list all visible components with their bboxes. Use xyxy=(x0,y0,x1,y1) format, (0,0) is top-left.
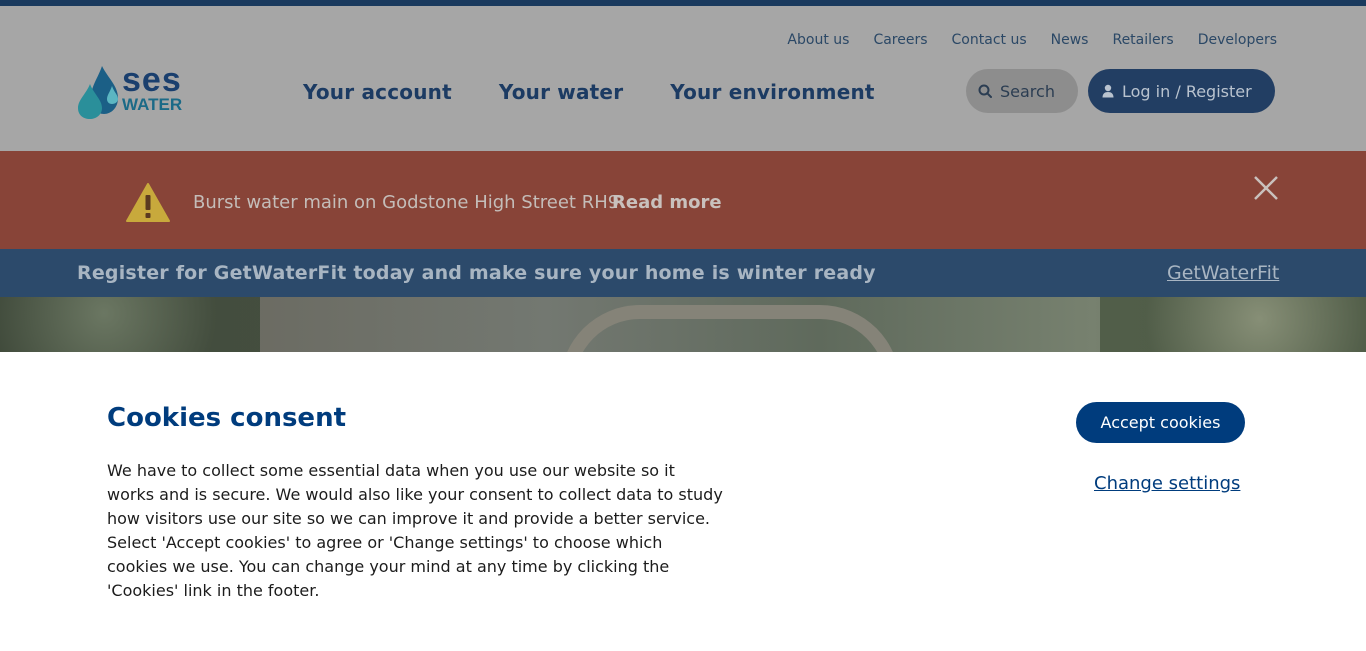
main-nav: Your account Your water Your environment xyxy=(303,80,875,104)
nav-your-water[interactable]: Your water xyxy=(499,80,623,104)
utility-link-careers[interactable]: Careers xyxy=(873,32,927,48)
cookie-consent-text: We have to collect some essential data w… xyxy=(107,461,723,600)
nav-your-environment[interactable]: Your environment xyxy=(670,80,874,104)
utility-link-developers[interactable]: Developers xyxy=(1198,32,1277,48)
warning-icon xyxy=(126,183,170,222)
ses-water-logo[interactable]: ses WATER xyxy=(76,61,196,124)
login-register-button[interactable]: Log in / Register xyxy=(1088,69,1275,113)
utility-link-about-us[interactable]: About us xyxy=(787,32,849,48)
hero-trees-right xyxy=(1100,297,1366,352)
logo-ses-text: ses xyxy=(122,61,182,99)
site-header: ses WATER About us Careers Contact us Ne… xyxy=(0,6,1366,151)
logo-water-text: WATER xyxy=(122,95,183,114)
hero-image xyxy=(0,297,1366,352)
utility-link-contact-us[interactable]: Contact us xyxy=(952,32,1027,48)
nav-your-account[interactable]: Your account xyxy=(303,80,452,104)
promo-message: Register for GetWaterFit today and make … xyxy=(77,262,876,284)
utility-nav: About us Careers Contact us News Retaile… xyxy=(787,32,1277,48)
hero-bridge-arch xyxy=(560,305,900,352)
alert-read-more-link[interactable]: Read more xyxy=(612,192,722,213)
search-button[interactable]: Search xyxy=(966,69,1078,113)
close-icon[interactable] xyxy=(1252,174,1280,202)
search-icon xyxy=(978,84,992,98)
promo-getwaterfit-link[interactable]: GetWaterFit xyxy=(1167,262,1279,284)
water-drop-logo-icon xyxy=(78,66,118,119)
alert-message: Burst water main on Godstone High Street… xyxy=(193,192,620,213)
change-settings-link[interactable]: Change settings xyxy=(1094,473,1240,494)
accept-cookies-button[interactable]: Accept cookies xyxy=(1076,402,1245,443)
login-register-label: Log in / Register xyxy=(1122,81,1252,101)
logo-wordmark: ses WATER xyxy=(122,61,183,114)
utility-link-news[interactable]: News xyxy=(1051,32,1089,48)
hero-trees-left xyxy=(0,297,260,352)
user-icon xyxy=(1102,84,1114,98)
cookie-consent-title: Cookies consent xyxy=(107,403,347,433)
utility-link-retailers[interactable]: Retailers xyxy=(1112,32,1173,48)
search-label: Search xyxy=(1000,81,1055,101)
